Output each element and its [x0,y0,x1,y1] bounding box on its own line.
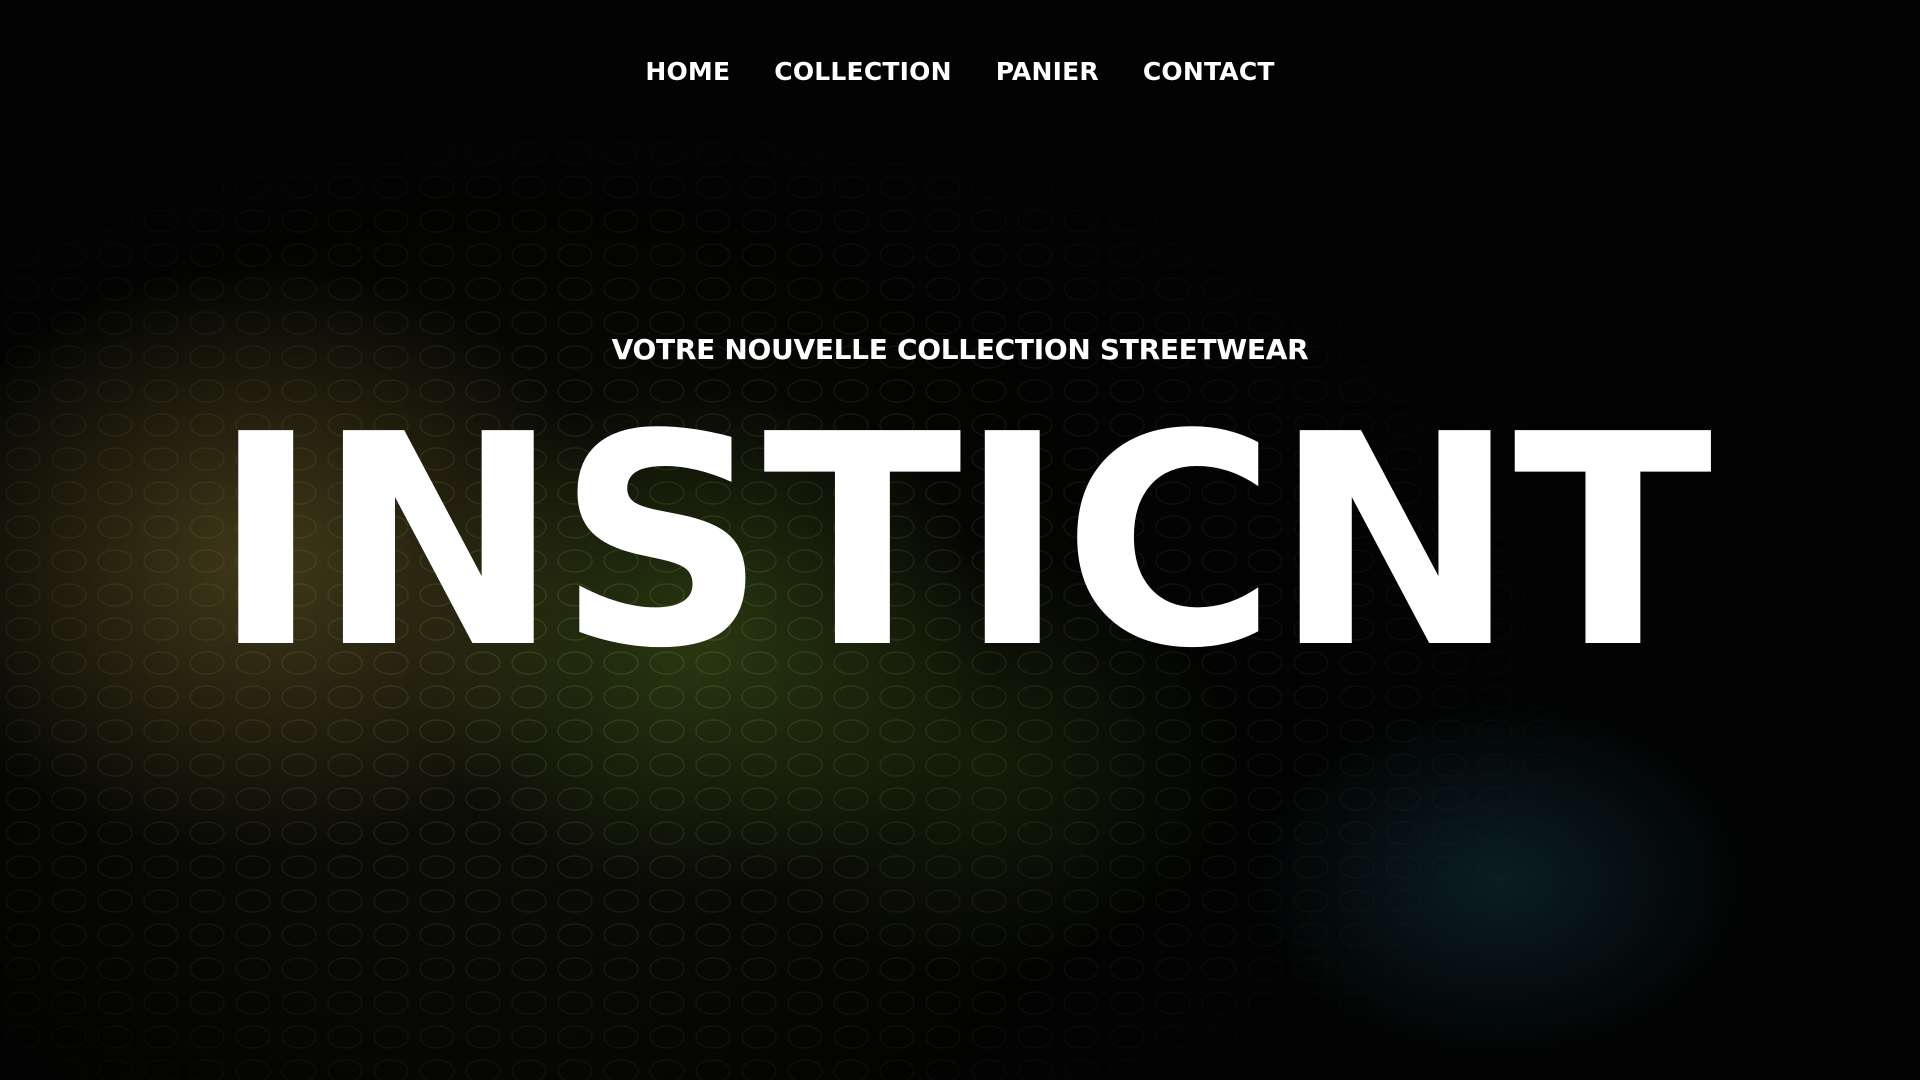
main-nav: HOME COLLECTION PANIER CONTACT [0,52,1920,92]
nav-collection-link[interactable]: COLLECTION [774,52,951,92]
hero-subtitle: VOTRE NOUVELLE COLLECTION STREETWEAR [611,333,1309,366]
nav-home-link[interactable]: HOME [645,52,730,92]
nav-panier-link[interactable]: PANIER [996,52,1099,92]
page: HOME COLLECTION PANIER CONTACT VOTRE NOU… [0,0,1920,1080]
nav-contact-link[interactable]: CONTACT [1143,52,1275,92]
hero-brand-title: INSTICNT [211,372,1712,712]
